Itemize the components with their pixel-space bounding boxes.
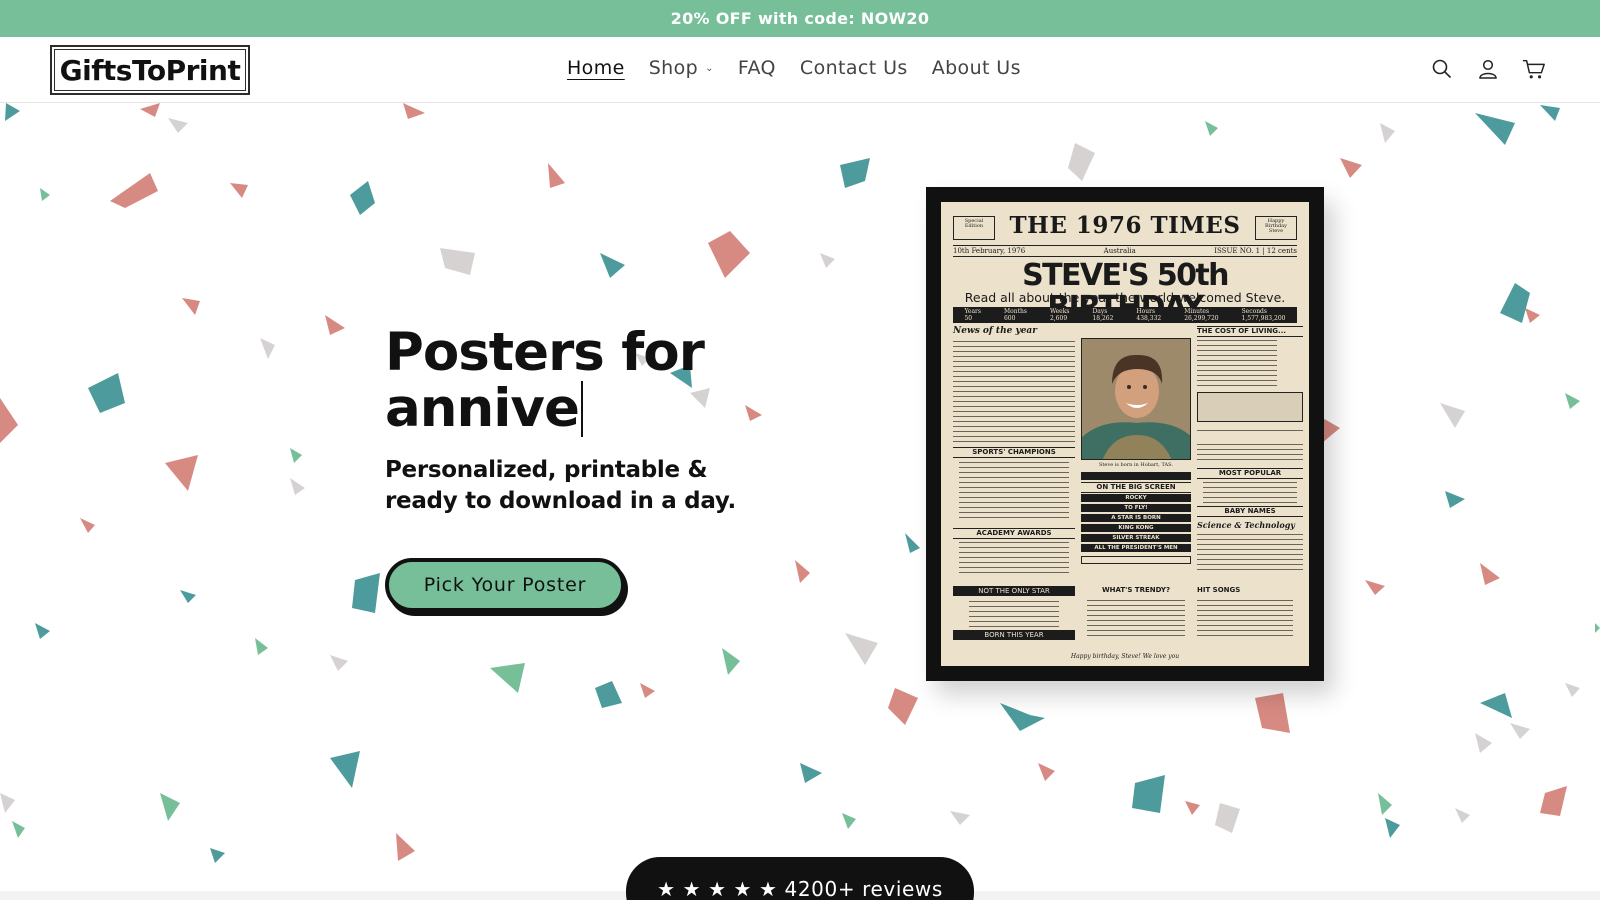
- pick-poster-button[interactable]: Pick Your Poster: [385, 558, 625, 612]
- announcement-text: 20% OFF with code: NOW20: [670, 9, 930, 28]
- search-icon[interactable]: [1430, 56, 1454, 82]
- poster-cost-badges: [1197, 392, 1303, 422]
- header-icons: [1430, 56, 1546, 82]
- poster-movie: ROCKY: [1081, 494, 1191, 502]
- poster-issue: ISSUE NO. 1 | 12 cents: [1214, 247, 1297, 255]
- poster-stat: Minutes 26,299,720: [1184, 308, 1219, 322]
- nav-home[interactable]: Home: [567, 57, 625, 79]
- site-logo[interactable]: GiftsToPrint: [50, 45, 250, 95]
- poster-hit-songs-title: HIT SONGS: [1197, 586, 1241, 594]
- nav-about[interactable]: About Us: [932, 57, 1021, 79]
- confetti-background: [0, 103, 1600, 863]
- nav-faq[interactable]: FAQ: [738, 57, 776, 79]
- nav-faq-label: FAQ: [737, 57, 776, 79]
- account-icon[interactable]: [1476, 56, 1500, 82]
- poster-not-only-star: NOT THE ONLY STAR: [953, 586, 1075, 596]
- poster-sayings-text: [1197, 442, 1303, 464]
- nav-shop-label: Shop: [648, 57, 699, 79]
- poster-hit-songs-text: [1197, 598, 1293, 638]
- poster-popular-text: [1203, 480, 1297, 504]
- poster-born-this-year: BORN THIS YEAR: [953, 630, 1075, 640]
- poster-trendy-title: WHAT'S TRENDY?: [1101, 586, 1171, 594]
- poster-sports-text: [959, 460, 1069, 522]
- poster-movie: TO FLY!: [1081, 504, 1191, 512]
- hero-title: Posters for annive: [385, 325, 745, 437]
- poster-stat: Months 600: [1003, 308, 1027, 322]
- poster-footer: Happy birthday, Steve! We love you: [1070, 653, 1180, 660]
- poster-dateline: 10th February, 1976 Australia ISSUE NO. …: [953, 245, 1297, 257]
- poster-photo-caption: Steve is born in Hobart, TAS.: [1099, 462, 1173, 468]
- poster-masthead: THE 1976 TIMES: [1009, 212, 1241, 239]
- poster-movie: ALL THE PRESIDENT'S MEN: [1081, 544, 1191, 552]
- poster-image: Special Edition Happy Birthday Steve THE…: [926, 187, 1324, 681]
- poster-movie: KING KONG: [1081, 524, 1191, 532]
- poster-awards-text: [959, 540, 1069, 576]
- poster-stat: Weeks 2,609: [1049, 308, 1070, 322]
- poster-cost-title: THE COST OF LIVING...: [1197, 326, 1303, 337]
- nav-about-label: About Us: [931, 57, 1021, 79]
- poster-stat: Years 50: [964, 308, 981, 322]
- poster-stat: Days 18,262: [1092, 308, 1114, 322]
- hero-subtitle-line1: Personalized, printable &: [385, 457, 708, 483]
- cart-icon[interactable]: [1522, 56, 1546, 82]
- main-nav: Home Shop ⌄ FAQ Contact Us About Us: [567, 57, 1045, 79]
- poster-big-screen-title: ON THE BIG SCREEN: [1081, 482, 1191, 493]
- poster-cost-text: [1197, 338, 1277, 386]
- poster-place: Australia: [1103, 247, 1136, 255]
- poster-movie: A STAR IS BORN: [1081, 514, 1191, 522]
- poster-photo: [1081, 338, 1191, 460]
- poster-stat: Hours 438,332: [1136, 308, 1162, 322]
- nav-home-label: Home: [567, 57, 625, 79]
- poster-subhead: Read all about the year the world welcom…: [964, 290, 1286, 305]
- poster-movie: SILVER STREAK: [1081, 534, 1191, 542]
- logo-text: GiftsToPrint: [59, 53, 241, 87]
- poster-stat: Seconds 1,577,983,200: [1241, 308, 1286, 322]
- hero-title-line1: Posters for: [385, 322, 705, 383]
- poster-trendy-text: [1087, 598, 1185, 638]
- nav-contact[interactable]: Contact Us: [800, 57, 908, 79]
- poster-baby-names-title: BABY NAMES: [1197, 506, 1303, 517]
- chevron-down-icon: ⌄: [705, 62, 714, 74]
- announcement-bar: 20% OFF with code: NOW20: [0, 0, 1600, 37]
- poster-news-title: News of the year: [953, 326, 1037, 336]
- site-header: GiftsToPrint Home Shop ⌄ FAQ Contact Us A…: [0, 37, 1600, 103]
- poster-popular-toys: [1081, 556, 1191, 564]
- poster-news-text: [953, 339, 1075, 445]
- poster-sports-title: SPORTS' CHAMPIONS: [953, 447, 1075, 458]
- reviews-badge[interactable]: ★ ★ ★ ★ ★ 4200+ reviews: [626, 857, 974, 900]
- nav-shop[interactable]: Shop ⌄: [649, 57, 714, 79]
- hero-subtitle: Personalized, printable & ready to downl…: [385, 455, 765, 517]
- reviews-text: ★ ★ ★ ★ ★ 4200+ reviews: [657, 877, 943, 900]
- poster-popular-title: MOST POPULAR: [1197, 468, 1303, 479]
- poster-stars-text: [969, 599, 1059, 627]
- hero-title-line2: annive: [385, 381, 583, 437]
- poster-science-title: Science & Technology: [1197, 520, 1295, 530]
- poster-stats: Years 50 Months 600 Weeks 2,609 Days 18,262 …: [953, 307, 1297, 323]
- nav-contact-label: Contact Us: [799, 57, 908, 79]
- poster-awards-title: ACADEMY AWARDS: [953, 528, 1075, 539]
- poster-newspaper: Special Edition Happy Birthday Steve THE…: [941, 202, 1309, 666]
- hero-section: Posters for annive Personalized, printab…: [0, 103, 1600, 900]
- poster-science-text: [1197, 532, 1303, 572]
- poster-date: 10th February, 1976: [953, 247, 1026, 255]
- poster-pm-text: [1197, 428, 1303, 434]
- hero-subtitle-line2: ready to download in a day.: [385, 488, 736, 514]
- poster-film-strip: [1081, 472, 1191, 480]
